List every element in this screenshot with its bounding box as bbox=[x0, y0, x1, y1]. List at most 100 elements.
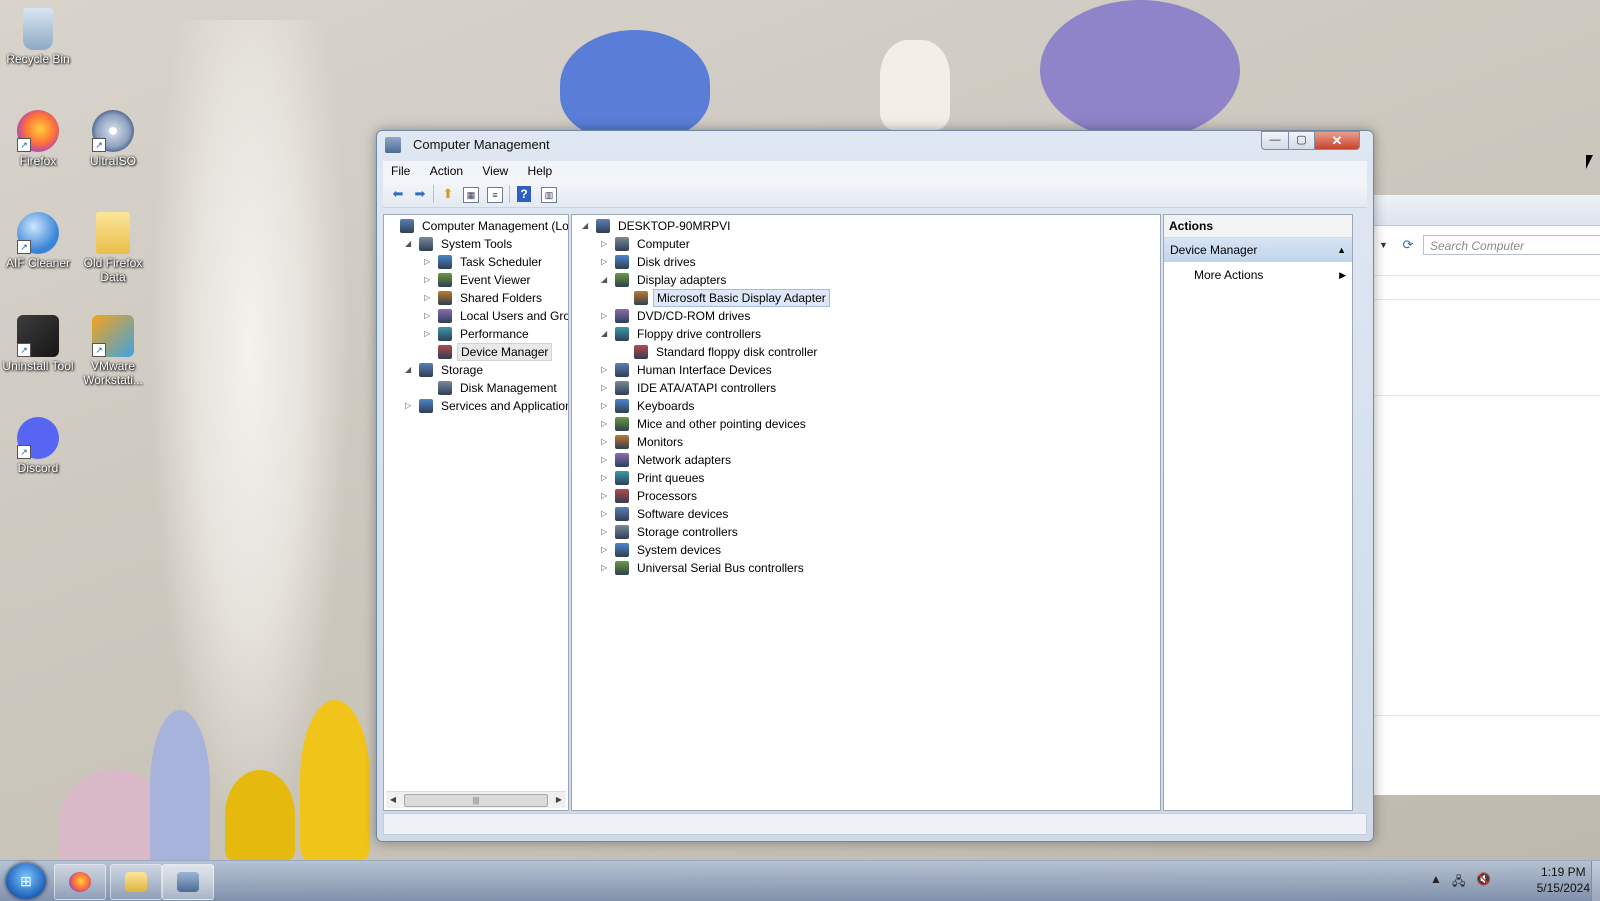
device-tree-item[interactable]: ◢ Floppy drive controllers bbox=[601, 325, 764, 343]
nav-tree-item[interactable]: ▷ Local Users and Groups bbox=[424, 307, 568, 325]
network-icon[interactable]: 🖧 bbox=[1452, 872, 1465, 893]
refresh-icon[interactable]: ⟳ bbox=[1398, 235, 1418, 255]
computer-management-window[interactable]: Computer Management — ▢ ✕ File Action Vi… bbox=[376, 130, 1374, 842]
desktop-icon-ultraiso[interactable]: ↗ UltraISO bbox=[75, 110, 151, 168]
scrollbar-thumb[interactable]: ||| bbox=[404, 794, 548, 807]
desktop-icon-old-firefox-data[interactable]: Old Firefox Data bbox=[75, 212, 151, 284]
expand-toggle-icon[interactable]: ▷ bbox=[424, 289, 434, 307]
expand-toggle-icon[interactable]: ▷ bbox=[601, 397, 611, 415]
menu-view[interactable]: View bbox=[474, 161, 516, 181]
menu-help[interactable]: Help bbox=[520, 161, 561, 181]
device-tree-item[interactable]: ▷ Mice and other pointing devices bbox=[601, 415, 809, 433]
desktop-icon-uninstall-tool[interactable]: ↗ Uninstall Tool bbox=[0, 315, 76, 373]
nav-tree-item[interactable]: ▷ Task Scheduler bbox=[424, 253, 545, 271]
actions-section-header[interactable]: Device Manager ▲ bbox=[1164, 238, 1352, 262]
device-tree-item[interactable]: ▷ System devices bbox=[601, 541, 724, 559]
desktop-icon-aif-cleaner[interactable]: ↗ AIF Cleaner bbox=[0, 212, 76, 270]
expand-toggle-icon[interactable]: ▷ bbox=[601, 451, 611, 469]
collapse-up-icon[interactable]: ▲ bbox=[1337, 238, 1346, 262]
start-button[interactable]: ⊞ bbox=[6, 863, 46, 899]
expand-toggle-icon[interactable]: ▷ bbox=[601, 253, 611, 271]
forward-arrow-icon[interactable]: ➡ bbox=[411, 185, 429, 203]
desktop-icon-recycle-bin[interactable]: Recycle Bin bbox=[0, 8, 76, 66]
desktop-icon-vmware[interactable]: ↗ VMware Workstati... bbox=[75, 315, 151, 387]
nav-tree-item[interactable]: ▷ Performance bbox=[424, 325, 532, 343]
desktop-icon-firefox[interactable]: ↗ Firefox bbox=[0, 110, 76, 168]
show-desktop-button[interactable] bbox=[1591, 861, 1600, 901]
expand-toggle-icon[interactable]: ◢ bbox=[601, 325, 611, 343]
nav-tree-item[interactable]: ◢ System Tools bbox=[405, 235, 515, 253]
device-tree-pane[interactable]: ◢ DESKTOP-90MRPVI ▷ Computer ▷ Disk drives ◢ Di… bbox=[571, 214, 1161, 811]
clock[interactable]: 1:19 PM 5/15/2024 bbox=[1537, 864, 1590, 896]
expand-toggle-icon[interactable]: ▷ bbox=[424, 325, 434, 343]
volume-muted-icon[interactable]: 🔇 bbox=[1476, 872, 1491, 886]
show-hide-action-pane-icon[interactable]: ▥ bbox=[541, 187, 557, 203]
tray-expand-icon[interactable]: ▲ bbox=[1430, 872, 1442, 886]
expand-toggle-icon[interactable]: ▷ bbox=[601, 379, 611, 397]
taskbar-firefox[interactable] bbox=[54, 864, 106, 900]
device-tree-item[interactable]: ▷ Software devices bbox=[601, 505, 731, 523]
up-folder-icon[interactable]: ⬆ bbox=[439, 185, 457, 203]
device-tree-item[interactable]: ▷ DVD/CD-ROM drives bbox=[601, 307, 753, 325]
nav-tree-item[interactable]: ◢ Storage bbox=[405, 361, 486, 379]
device-tree-item[interactable]: ▷ Keyboards bbox=[601, 397, 697, 415]
nav-tree-item[interactable]: Disk Management bbox=[424, 379, 560, 397]
expand-toggle-icon[interactable]: ◢ bbox=[405, 235, 415, 253]
expand-toggle-icon[interactable]: ◢ bbox=[601, 271, 611, 289]
window-titlebar[interactable]: Computer Management — ▢ ✕ bbox=[377, 131, 1373, 159]
device-tree-item[interactable]: Standard floppy disk controller bbox=[620, 343, 820, 361]
device-tree-item[interactable]: ▷ Print queues bbox=[601, 469, 707, 487]
device-tree-item[interactable]: ▷ Network adapters bbox=[601, 451, 734, 469]
horizontal-scrollbar[interactable]: ◀ ||| ▶ bbox=[386, 791, 566, 808]
expand-toggle-icon[interactable]: ▷ bbox=[424, 307, 434, 325]
close-button[interactable]: ✕ bbox=[1314, 131, 1360, 150]
device-tree-item[interactable]: ▷ Processors bbox=[601, 487, 700, 505]
nav-tree-item[interactable]: Computer Management (Local bbox=[386, 217, 568, 235]
expand-toggle-icon[interactable]: ◢ bbox=[405, 361, 415, 379]
device-tree-item[interactable]: ▷ Universal Serial Bus controllers bbox=[601, 559, 807, 577]
taskbar-file-explorer[interactable] bbox=[110, 864, 162, 900]
nav-tree-item[interactable]: ▷ Shared Folders bbox=[424, 289, 545, 307]
expand-toggle-icon[interactable]: ▷ bbox=[601, 469, 611, 487]
device-tree-item[interactable]: ▷ IDE ATA/ATAPI controllers bbox=[601, 379, 779, 397]
show-hide-tree-icon[interactable]: ▦ bbox=[463, 187, 479, 203]
expand-toggle-icon[interactable]: ▷ bbox=[601, 559, 611, 577]
help-icon[interactable]: ? bbox=[517, 186, 531, 202]
background-explorer-window[interactable]: ▼ ⟳ Search Computer bbox=[1372, 195, 1600, 795]
expand-toggle-icon[interactable]: ▷ bbox=[601, 487, 611, 505]
expand-toggle-icon[interactable]: ▷ bbox=[601, 361, 611, 379]
expand-toggle-icon[interactable]: ▷ bbox=[424, 271, 434, 289]
maximize-button[interactable]: ▢ bbox=[1288, 131, 1315, 150]
scroll-right-icon[interactable]: ▶ bbox=[552, 792, 566, 808]
desktop-icon-discord[interactable]: ↗ Discord bbox=[0, 417, 76, 475]
expand-toggle-icon[interactable]: ▷ bbox=[601, 415, 611, 433]
expand-toggle-icon[interactable]: ▷ bbox=[601, 307, 611, 325]
device-tree-item[interactable]: ◢ DESKTOP-90MRPVI bbox=[582, 217, 733, 235]
expand-toggle-icon[interactable]: ▷ bbox=[601, 523, 611, 541]
expand-toggle-icon[interactable]: ▷ bbox=[601, 505, 611, 523]
expand-toggle-icon[interactable]: ▷ bbox=[601, 235, 611, 253]
navigation-tree-pane[interactable]: Computer Management (Local ◢ System Tools ▷… bbox=[383, 214, 569, 811]
chevron-down-icon[interactable]: ▼ bbox=[1379, 235, 1393, 255]
scroll-left-icon[interactable]: ◀ bbox=[386, 792, 400, 808]
nav-tree-item[interactable]: Device Manager bbox=[424, 343, 553, 361]
menu-action[interactable]: Action bbox=[422, 161, 471, 181]
properties-icon[interactable]: ≡ bbox=[487, 187, 503, 203]
menu-file[interactable]: File bbox=[383, 161, 418, 181]
taskbar-computer-management[interactable] bbox=[162, 864, 214, 900]
device-tree-item[interactable]: ▷ Human Interface Devices bbox=[601, 361, 775, 379]
nav-tree-item[interactable]: ▷ Event Viewer bbox=[424, 271, 533, 289]
device-tree-item[interactable]: ▷ Storage controllers bbox=[601, 523, 741, 541]
search-input[interactable]: Search Computer bbox=[1423, 235, 1600, 255]
nav-tree-item[interactable]: ▷ Services and Applications bbox=[405, 397, 568, 415]
expand-toggle-icon[interactable]: ▷ bbox=[424, 253, 434, 271]
expand-toggle-icon[interactable]: ▷ bbox=[405, 397, 415, 415]
more-actions-item[interactable]: More Actions ▶ bbox=[1164, 264, 1352, 286]
expand-toggle-icon[interactable]: ▷ bbox=[601, 541, 611, 559]
expand-toggle-icon[interactable]: ▷ bbox=[601, 433, 611, 451]
device-tree-item[interactable]: Microsoft Basic Display Adapter bbox=[620, 289, 830, 307]
device-tree-item[interactable]: ▷ Disk drives bbox=[601, 253, 699, 271]
device-tree-item[interactable]: ▷ Computer bbox=[601, 235, 693, 253]
expand-toggle-icon[interactable]: ◢ bbox=[582, 217, 592, 235]
back-arrow-icon[interactable]: ⬅ bbox=[389, 185, 407, 203]
